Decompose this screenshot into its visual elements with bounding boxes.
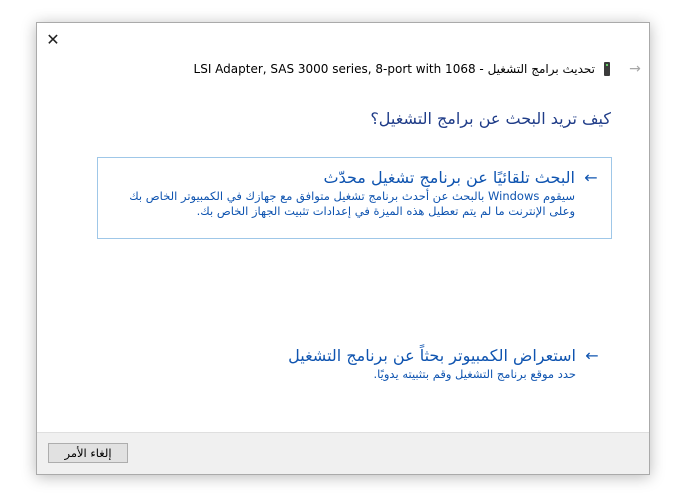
option-title: ← البحث تلقائيًا عن برنامج تشغيل محدّث: [106, 168, 601, 187]
search-automatically-option[interactable]: ← البحث تلقائيًا عن برنامج تشغيل محدّث س…: [97, 157, 612, 239]
dialog-footer: إلغاء الأمر: [37, 432, 649, 474]
cancel-button[interactable]: إلغاء الأمر: [48, 443, 128, 463]
dialog-title: تحديث برامج التشغيل - LSI Adapter, SAS 3…: [193, 62, 595, 76]
option-title: ← استعراض الكمبيوتر بحثاً عن برنامج التش…: [105, 346, 602, 365]
back-arrow-icon[interactable]: →: [627, 61, 643, 77]
dialog-header: → تحديث برامج التشغيل - LSI Adapter, SAS…: [194, 59, 643, 79]
option-title-text: البحث تلقائيًا عن برنامج تشغيل محدّث: [323, 168, 575, 187]
option-description: سيقوم Windows بالبحث عن أحدث برنامج تشغي…: [129, 189, 575, 218]
close-icon[interactable]: ✕: [41, 27, 65, 51]
device-icon: [601, 62, 613, 76]
option-title-text: استعراض الكمبيوتر بحثاً عن برنامج التشغي…: [288, 346, 576, 365]
arrow-left-icon: ←: [584, 168, 598, 187]
browse-computer-option[interactable]: ← استعراض الكمبيوتر بحثاً عن برنامج التش…: [97, 341, 612, 391]
arrow-left-icon: ←: [585, 346, 599, 365]
option-description: حدد موقع برنامج التشغيل وقم بتثبيته يدوي…: [373, 367, 576, 381]
update-drivers-dialog: ✕ → تحديث برامج التشغيل - LSI Adapter, S…: [36, 22, 650, 475]
page-heading: كيف تريد البحث عن برامج التشغيل؟: [370, 109, 611, 128]
